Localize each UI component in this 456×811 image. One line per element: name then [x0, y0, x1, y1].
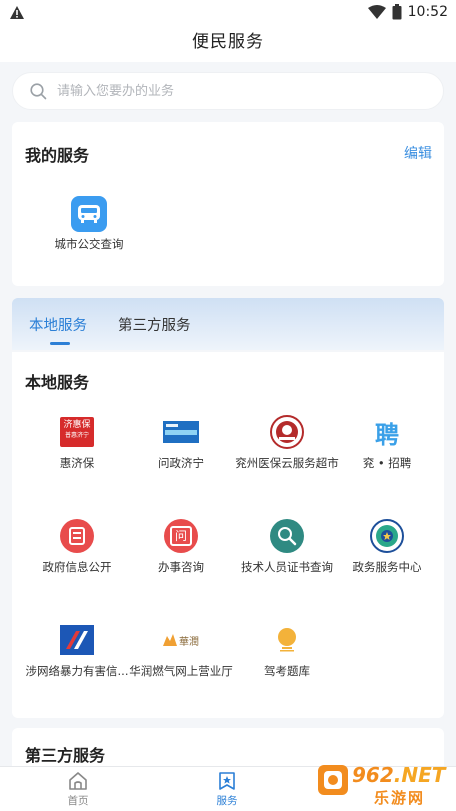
- search-input[interactable]: [57, 77, 427, 105]
- gas-logo: 華潤: [163, 622, 199, 658]
- service-item-label: 政务服务中心: [352, 560, 422, 574]
- driving-test-logo: [269, 622, 305, 658]
- huijibao-logo: 济惠保 普惠济宁: [59, 414, 95, 450]
- gov-center-logo: [369, 518, 405, 554]
- service-item-label: 办事咨询: [158, 560, 204, 574]
- consult-icon: 问: [163, 518, 199, 554]
- local-services-title: 本地服务: [25, 373, 90, 392]
- service-item-label: 华润燃气网上营业厅: [129, 664, 233, 678]
- tab-third-party-services[interactable]: 第三方服务: [118, 314, 191, 335]
- huijibao-logo-subtext: 普惠济宁: [64, 432, 89, 439]
- gov-info-icon: [59, 518, 95, 554]
- search-bar-area: [0, 62, 456, 118]
- battery-icon: [392, 4, 402, 20]
- report-logo: [59, 622, 95, 658]
- service-item-gov-center[interactable]: 政务服务中心: [328, 518, 446, 575]
- tab-local-services[interactable]: 本地服务: [29, 314, 87, 335]
- service-item-label: 涉网络暴力有害信...: [25, 664, 129, 678]
- service-item-driving-test[interactable]: 驾考题库: [228, 622, 346, 679]
- third-party-title: 第三方服务: [25, 746, 106, 765]
- service-item-gov-info[interactable]: 政府信息公开: [18, 518, 136, 575]
- service-item-report[interactable]: 涉网络暴力有害信...: [18, 622, 136, 679]
- service-item-label: 政府信息公开: [42, 560, 112, 574]
- service-item-recruit[interactable]: 聘 兖 • 招聘: [328, 414, 446, 471]
- my-service-item-bus[interactable]: 城市公交查询: [34, 196, 144, 252]
- my-services-card: 我的服务 编辑 城市公交查询: [12, 122, 444, 286]
- search-box[interactable]: [12, 72, 444, 110]
- yibao-logo: [269, 414, 305, 450]
- gas-logo-text: 華潤: [179, 636, 199, 648]
- nav-item-label: 首页: [67, 795, 89, 807]
- page-title: 便民服务: [192, 32, 264, 52]
- watermark-brand: 962: [352, 763, 394, 787]
- service-item-huijibao[interactable]: 济惠保 普惠济宁 惠济保: [18, 414, 136, 471]
- certificate-search-icon: [269, 518, 305, 554]
- service-tabs: 本地服务 第三方服务: [12, 298, 444, 350]
- wifi-icon: [367, 5, 386, 19]
- service-item-wenzheng[interactable]: 问政济宁: [122, 414, 240, 471]
- site-watermark: 962.NET 乐游网: [318, 763, 452, 809]
- bus-icon: [71, 196, 107, 232]
- consult-icon-text: 问: [170, 526, 192, 546]
- wenzheng-logo: [163, 414, 199, 450]
- service-item-label: 惠济保: [59, 456, 95, 470]
- search-icon: [30, 83, 47, 100]
- service-item-label: 问政济宁: [158, 456, 204, 470]
- app-header: 便民服务: [0, 26, 456, 62]
- warning-icon: [10, 6, 24, 19]
- edit-button[interactable]: 编辑: [404, 143, 432, 163]
- service-item-consult[interactable]: 问 办事咨询: [122, 518, 240, 575]
- nav-item-service[interactable]: 服务: [197, 771, 257, 808]
- my-services-title: 我的服务: [25, 146, 90, 165]
- local-services-card: 本地服务 济惠保 普惠济宁 惠济保 问政济宁 兖州医保云服务超市 聘 兖 • 招…: [12, 352, 444, 718]
- active-tab-indicator: [50, 342, 70, 345]
- huijibao-logo-text: 济惠保: [63, 420, 91, 430]
- status-bar: 10:52: [0, 0, 456, 26]
- status-time: 10:52: [407, 4, 448, 20]
- watermark-sub: 乐游网: [374, 789, 426, 807]
- watermark-suffix: .NET: [393, 763, 446, 787]
- service-item-gas[interactable]: 華潤 华润燃气网上营业厅: [122, 622, 240, 679]
- service-star-icon: [219, 772, 235, 790]
- service-item-label: 驾考题库: [264, 664, 310, 678]
- my-service-item-label: 城市公交查询: [54, 237, 124, 251]
- nav-item-label: 服务: [216, 795, 238, 807]
- recruit-logo: 聘: [369, 414, 405, 450]
- recruit-logo-text: 聘: [375, 420, 399, 449]
- home-icon: [69, 772, 87, 790]
- nav-item-home[interactable]: 首页: [48, 771, 108, 808]
- service-item-label: 兖 • 招聘: [362, 456, 412, 470]
